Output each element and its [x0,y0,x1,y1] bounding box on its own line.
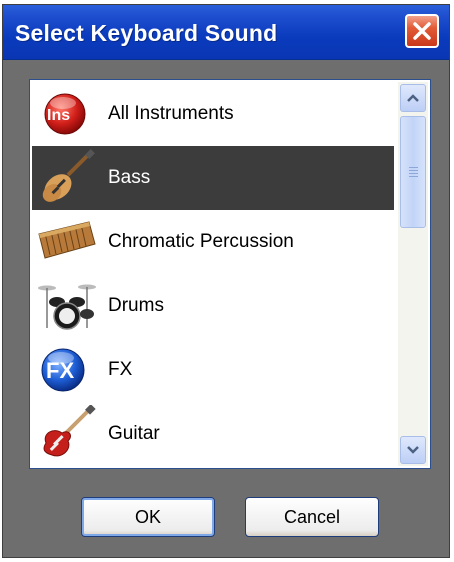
list-item-label: Chromatic Percussion [108,231,294,252]
sound-list-box: Ins All Instruments Bass Chromatic Percu… [29,79,431,469]
sound-list[interactable]: Ins All Instruments Bass Chromatic Percu… [32,82,394,466]
drum-kit-icon [36,275,98,337]
scroll-up-button[interactable] [400,84,426,112]
chevron-down-icon [407,446,419,454]
list-item-all-instruments[interactable]: Ins All Instruments [32,82,394,146]
list-item-label: All Instruments [108,103,234,124]
svg-text:Ins: Ins [47,107,70,124]
ins-logo-icon: Ins [36,83,98,145]
ok-button[interactable]: OK [81,497,215,537]
close-button[interactable] [405,14,439,48]
dialog-window: Select Keyboard Sound Ins All Instrument… [2,4,450,558]
chevron-up-icon [407,94,419,102]
bass-guitar-icon [36,147,98,209]
list-item-guitar[interactable]: Guitar [32,402,394,466]
xylophone-icon [36,211,98,273]
electric-guitar-icon [36,403,98,465]
list-item-fx[interactable]: FX FX [32,338,394,402]
scrollbar-thumb[interactable] [400,116,426,228]
list-item-drums[interactable]: Drums [32,274,394,338]
list-item-bass[interactable]: Bass [32,146,394,210]
vertical-scrollbar[interactable] [398,82,428,466]
fx-logo-icon: FX [36,339,98,401]
list-item-chromatic-percussion[interactable]: Chromatic Percussion [32,210,394,274]
list-item-label: Guitar [108,423,160,444]
svg-text:FX: FX [46,358,74,383]
scroll-down-button[interactable] [400,436,426,464]
list-item-label: Bass [108,167,151,188]
close-icon [413,22,431,40]
title-bar[interactable]: Select Keyboard Sound [3,5,449,60]
list-item-label: Drums [108,295,164,316]
cancel-button[interactable]: Cancel [245,497,379,537]
window-title: Select Keyboard Sound [15,20,278,46]
list-item-label: FX [108,359,133,380]
